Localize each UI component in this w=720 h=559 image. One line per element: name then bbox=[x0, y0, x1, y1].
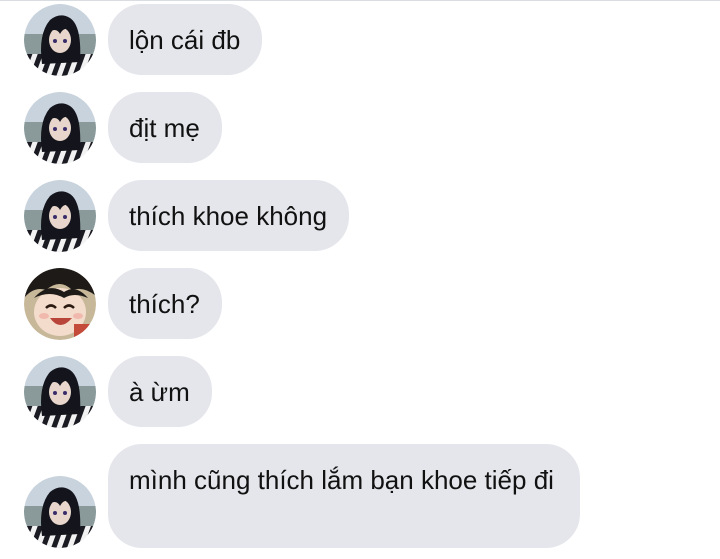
message-bubble[interactable]: thích? bbox=[108, 268, 222, 339]
top-divider bbox=[0, 0, 720, 1]
message-bubble[interactable]: lộn cái đb bbox=[108, 4, 263, 75]
dark-haired-anime-avatar[interactable] bbox=[24, 180, 96, 252]
message-bubble[interactable]: địt mẹ bbox=[108, 92, 222, 163]
dark-haired-anime-avatar[interactable] bbox=[24, 92, 96, 164]
message-bubble[interactable]: thích khoe không bbox=[108, 180, 350, 251]
message-text: mình cũng thích lắm bạn khoe tiếp đi bbox=[129, 465, 554, 495]
dark-haired-anime-avatar[interactable] bbox=[24, 476, 96, 548]
laughing-anime-avatar[interactable] bbox=[24, 268, 96, 340]
message-text: lộn cái đb bbox=[129, 25, 241, 55]
message-bubble[interactable]: à ừm bbox=[108, 356, 212, 427]
message-text: địt mẹ bbox=[129, 113, 200, 143]
message-text: thích khoe không bbox=[129, 201, 328, 231]
dark-haired-anime-avatar[interactable] bbox=[24, 4, 96, 76]
message-bubble[interactable]: mình cũng thích lắm bạn khoe tiếp đi bbox=[108, 444, 580, 548]
message-text: thích? bbox=[129, 289, 200, 319]
dark-haired-anime-avatar[interactable] bbox=[24, 356, 96, 428]
message-text: à ừm bbox=[129, 377, 190, 407]
